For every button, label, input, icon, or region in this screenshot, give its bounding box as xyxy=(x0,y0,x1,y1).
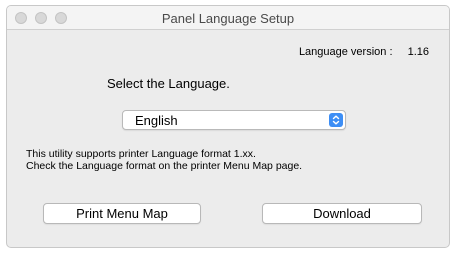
description-line-1: This utility supports printer Language f… xyxy=(26,148,256,160)
language-select[interactable]: English xyxy=(122,110,346,130)
language-version-value: 1.16 xyxy=(407,46,429,58)
window-title: Panel Language Setup xyxy=(161,11,295,26)
print-menu-map-button[interactable]: Print Menu Map xyxy=(43,203,201,224)
language-select-value: English xyxy=(135,113,178,128)
download-button[interactable]: Download xyxy=(262,203,422,224)
description-text: This utility supports printer Language f… xyxy=(26,148,302,172)
language-version: Language version : 1.16 xyxy=(299,46,429,58)
description-line-2: Check the Language format on the printer… xyxy=(26,160,303,172)
updown-chevron-icon xyxy=(329,113,343,127)
select-language-heading: Select the Language. xyxy=(107,76,230,91)
setup-window: Panel Language Setup Language version : … xyxy=(6,5,450,248)
title-bar: Panel Language Setup xyxy=(7,6,449,30)
language-version-label: Language version : xyxy=(298,46,393,58)
